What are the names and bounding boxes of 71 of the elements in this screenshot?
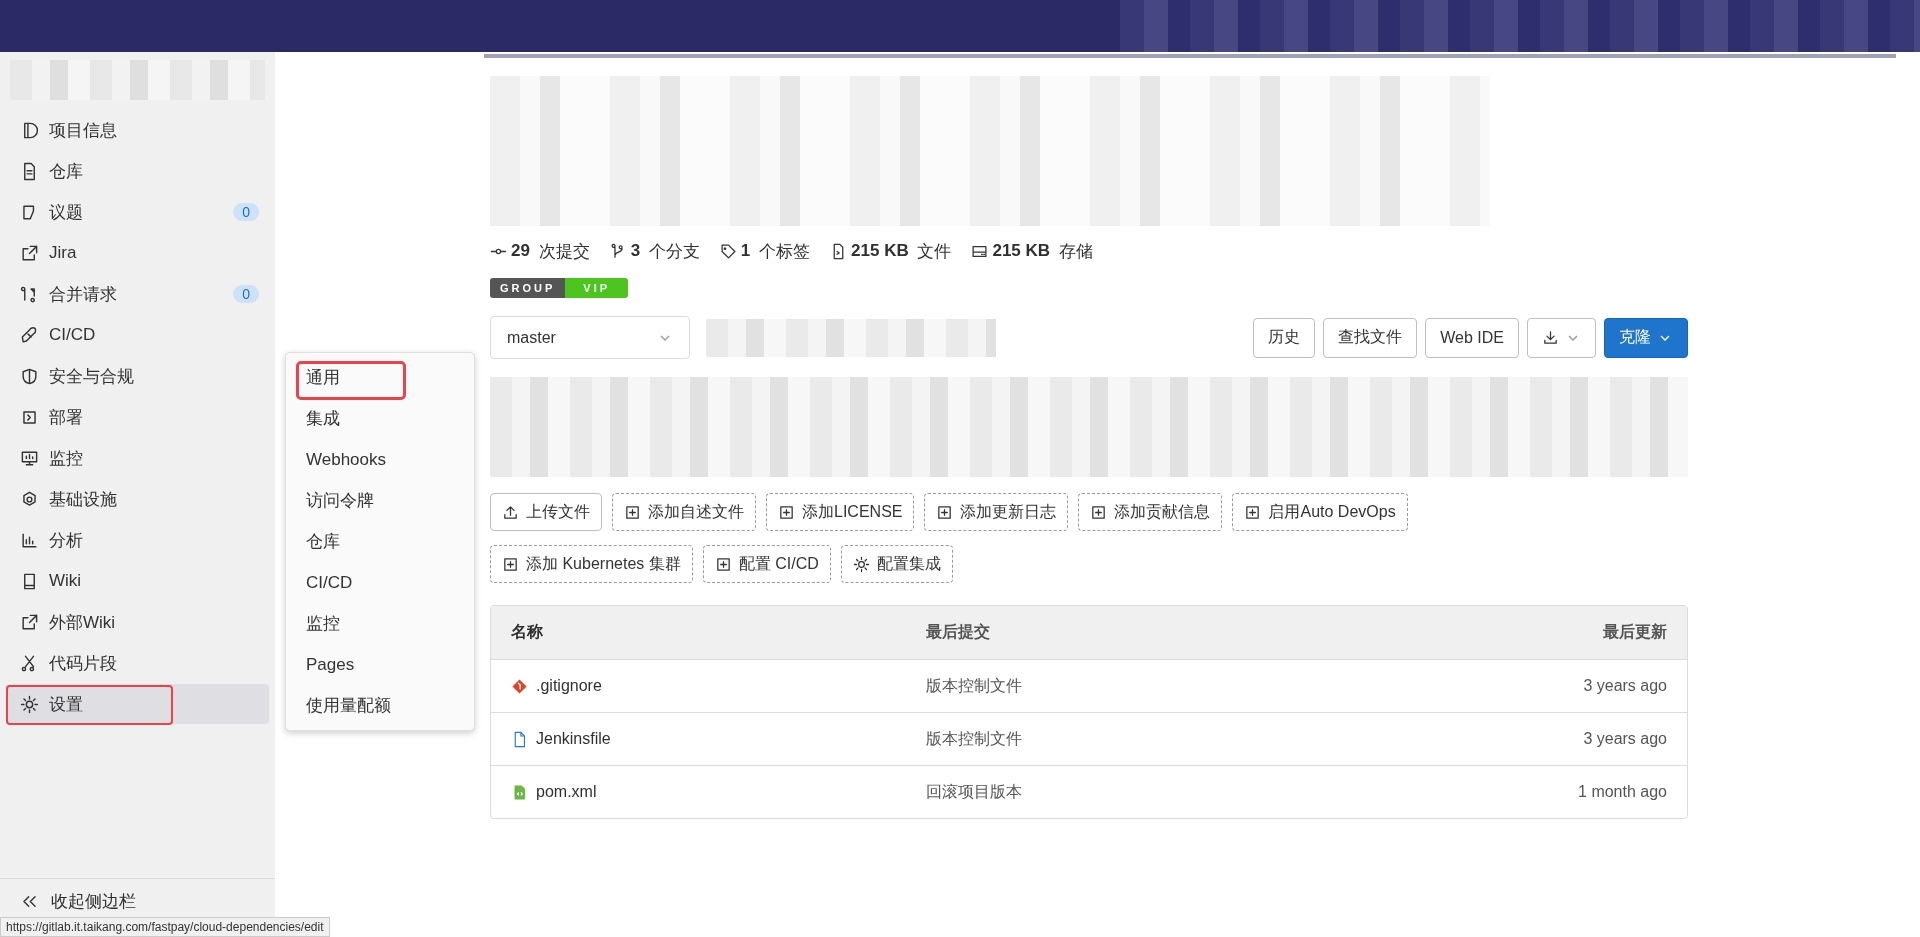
action-button[interactable]: 查找文件 [1323,317,1418,358]
nav-icon [20,448,39,468]
commit-message-link[interactable]: 版本控制文件 [906,728,1396,750]
quick-action-button[interactable]: 添加 Kubernetes 集群 [490,545,693,583]
sidebar-item[interactable]: 仓库 [6,151,269,191]
sidebar-item[interactable]: 部署 [6,397,269,437]
nav-icon [20,325,39,345]
commit-message-link[interactable]: 版本控制文件 [906,675,1396,697]
file-link[interactable]: pom.xml [536,783,597,801]
column-header: 最后更新 [1602,622,1668,642]
count-badge: 0 [233,285,259,303]
quick-action-button[interactable]: 添加自述文件 [612,493,756,531]
menu-item[interactable]: Pages [286,644,474,685]
sidebar-item[interactable]: 外部Wiki [6,602,269,642]
column-header: 最后提交 [925,622,991,642]
sidebar-item[interactable]: 基础设施 [6,479,269,519]
nav-icon [20,243,39,263]
sidebar-item[interactable]: 设置 [6,684,269,724]
quick-action-button[interactable]: 启用Auto DevOps [1232,493,1408,531]
nav-icon [20,489,39,509]
sidebar-item[interactable]: 安全与合规 [6,356,269,396]
menu-item[interactable]: CI/CD [286,562,474,603]
stat-link[interactable]: 215 KB 存储 [971,239,1093,263]
updated-time: 3 years ago [1582,730,1668,748]
download-button[interactable] [1527,317,1596,358]
menu-item[interactable]: 集成 [286,398,474,439]
updated-time: 3 years ago [1582,677,1668,695]
stat-link[interactable]: 29 次提交 [490,239,590,263]
file-link[interactable]: Jenkinsfile [536,730,611,748]
stat-link[interactable]: 3 个分支 [609,239,700,263]
sidebar-item[interactable]: 项目信息 [6,110,269,150]
clone-button[interactable]: 克隆 [1604,317,1688,358]
menu-item[interactable]: Webhooks [286,439,474,480]
sidebar-item[interactable]: Wiki [6,561,269,601]
sidebar-item[interactable]: Jira [6,233,269,273]
count-badge: 0 [233,203,259,221]
quick-action-button[interactable]: 配置 CI/CD [702,545,831,583]
sidebar-item[interactable]: 代码片段 [6,643,269,683]
git-file-icon [511,677,528,695]
stat-link[interactable]: 1 个标签 [719,239,811,263]
sidebar-item[interactable]: 合并请求 0 [6,274,269,314]
quick-action-button[interactable]: 添加更新日志 [924,493,1069,531]
file-link[interactable]: .gitignore [536,677,602,695]
menu-item[interactable]: 监控 [286,603,474,644]
collapse-sidebar-link[interactable]: 收起侧边栏 [0,878,275,913]
quick-action-button[interactable]: 配置集成 [840,545,953,583]
stat-icon [719,242,737,260]
stat-link[interactable]: 215 KB 文件 [830,239,952,263]
commit-message-link[interactable]: 回滚项目版本 [906,781,1396,803]
sidebar-item[interactable]: CI/CD [6,315,269,355]
action-button[interactable]: Web IDE [1425,317,1519,358]
sidebar-item[interactable]: 监控 [6,438,269,478]
nav-icon [20,366,39,386]
column-header: 名称 [510,622,544,642]
menu-item[interactable]: 访问令牌 [286,480,474,521]
download-icon [1542,329,1559,346]
menu-item[interactable]: 仓库 [286,521,474,562]
sidebar-item[interactable]: 分析 [6,520,269,560]
branch-select[interactable]: master [490,316,690,359]
nav-icon [20,694,39,714]
quick-action-button[interactable]: 上传文件 [490,493,602,531]
menu-item[interactable]: 通用 [286,357,474,398]
updated-time: 1 month ago [1577,783,1668,801]
upload-icon [502,503,519,521]
quick-action-button[interactable]: 添加LICENSE [766,493,915,531]
menu-item[interactable]: 使用量配额 [286,685,474,726]
quick-action-button[interactable]: 添加贡献信息 [1078,493,1223,531]
status-url: https://gitlab.it.taikang.com/fastpay/cloud-dependencies/edit [0,917,330,937]
action-button[interactable]: 历史 [1253,317,1316,358]
sidebar-item[interactable]: 议题 0 [6,192,269,232]
nav-icon [20,612,39,632]
